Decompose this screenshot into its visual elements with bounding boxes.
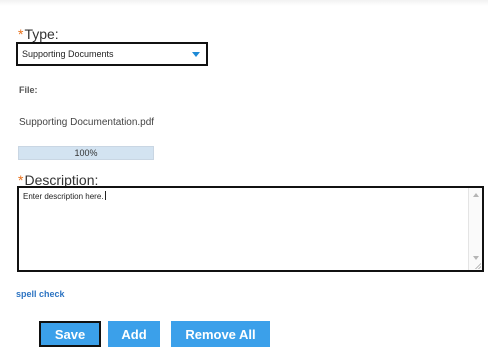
file-label: File: xyxy=(19,85,38,95)
upload-progress-bar: 100% xyxy=(18,146,154,160)
description-textarea[interactable]: Enter description here. xyxy=(17,186,484,272)
save-button[interactable]: Save xyxy=(39,321,101,347)
spell-check-link[interactable]: spell check xyxy=(16,289,65,299)
type-label-text: Type: xyxy=(24,26,59,42)
top-divider xyxy=(0,0,488,6)
text-cursor xyxy=(104,191,106,200)
description-text: Enter description here. xyxy=(23,191,106,201)
add-button[interactable]: Add xyxy=(108,321,160,347)
file-name: Supporting Documentation.pdf xyxy=(19,117,155,128)
description-value: Enter description here. xyxy=(23,192,104,201)
upload-progress-text: 100% xyxy=(74,148,98,158)
type-select[interactable]: Supporting Documents xyxy=(16,42,208,66)
type-select-value: Supporting Documents xyxy=(22,49,114,59)
remove-all-button[interactable]: Remove All xyxy=(171,321,270,347)
resize-grip-icon[interactable] xyxy=(474,262,481,269)
scroll-up-icon[interactable] xyxy=(472,193,479,197)
type-label: *Type: xyxy=(18,26,59,42)
required-marker: * xyxy=(18,26,24,42)
chevron-down-icon xyxy=(192,51,200,57)
scroll-down-icon[interactable] xyxy=(472,256,479,260)
description-scrollbar[interactable] xyxy=(468,188,482,270)
